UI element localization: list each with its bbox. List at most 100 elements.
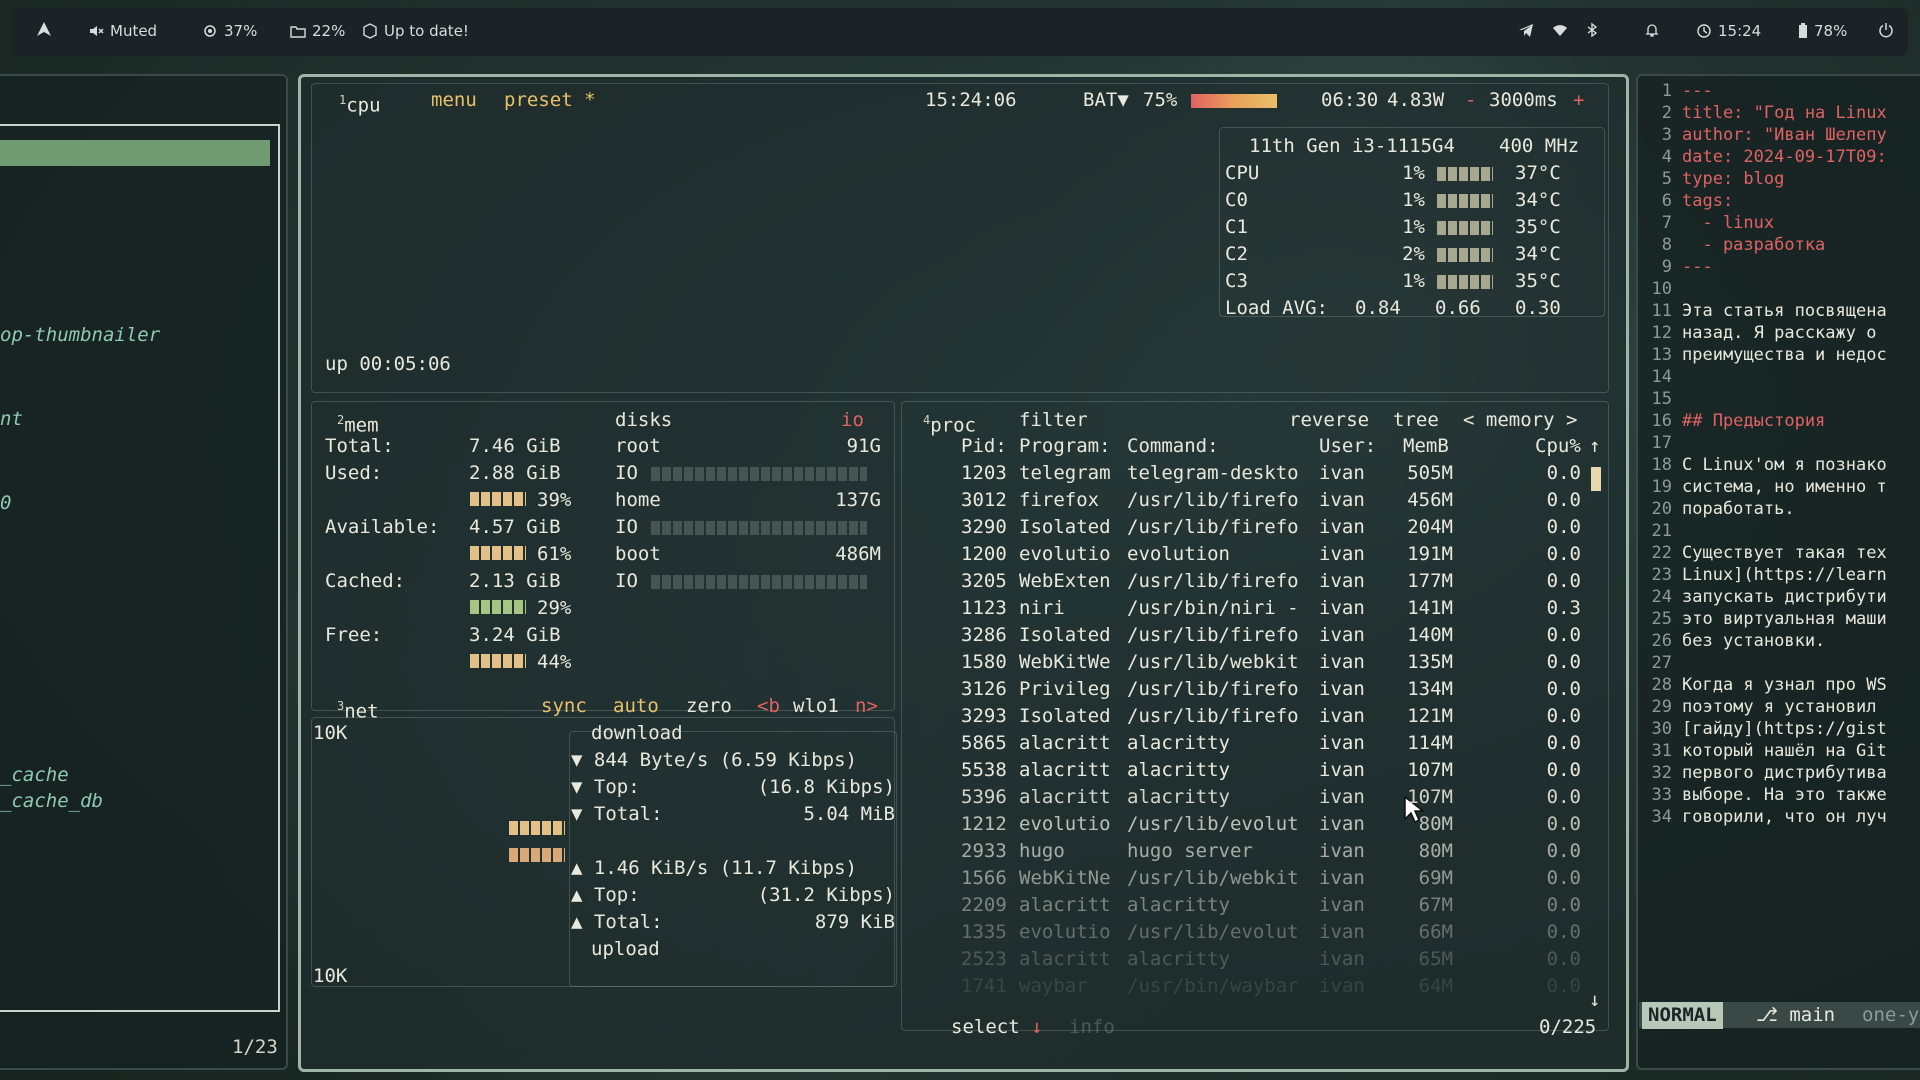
- editor-line[interactable]: - linux: [1682, 212, 1774, 234]
- table-row[interactable]: 1580 WebKitWe/usr/lib/webkit ivan 135M 0.0: [921, 649, 1581, 676]
- table-row[interactable]: 1741 waybar/usr/bin/waybar ivan 64M 0.0: [921, 973, 1581, 1000]
- editor-line[interactable]: title: "Год на Linux: [1682, 102, 1887, 124]
- editor-line[interactable]: поработать.: [1682, 498, 1795, 520]
- wifi-tray[interactable]: [1552, 22, 1568, 38]
- editor-line[interactable]: Linux](https://learn: [1682, 564, 1887, 586]
- power-button[interactable]: [1878, 22, 1894, 38]
- net-sync-button[interactable]: sync: [541, 693, 587, 720]
- disk-indicator[interactable]: 22%: [290, 22, 345, 40]
- mem-free-value: 3.24 GiB: [469, 624, 561, 646]
- editor-line[interactable]: без установки.: [1682, 630, 1825, 652]
- editor-line[interactable]: - разработка: [1682, 234, 1825, 256]
- editor-line[interactable]: [гайду](https://gist: [1682, 718, 1887, 740]
- editor-line[interactable]: выборе. На это также: [1682, 784, 1887, 806]
- editor-line[interactable]: Эта статья посвящена: [1682, 300, 1887, 322]
- col-user[interactable]: User:: [1319, 433, 1376, 460]
- process-command: alacritty: [1127, 894, 1230, 916]
- table-row[interactable]: 3012 firefox/usr/lib/firefo ivan 456M 0.0: [921, 487, 1581, 514]
- editor-line[interactable]: запускать дистрибути: [1682, 586, 1887, 608]
- editor-line[interactable]: type: blog: [1682, 168, 1784, 190]
- left-window[interactable]: op-thumbnailer nt 0 _cache _cache_db 1/2…: [0, 74, 288, 1070]
- proc-reverse-button[interactable]: reverse: [1289, 407, 1369, 434]
- table-row[interactable]: 1123 niri/usr/bin/niri - ivan 141M 0.3: [921, 595, 1581, 622]
- proc-sort-selector[interactable]: < memory >: [1463, 407, 1577, 434]
- btop-window[interactable]: 1cpu menu preset * 15:24:06 BAT▼ 75% 06:…: [298, 74, 1629, 1072]
- net-auto-button[interactable]: auto: [613, 693, 659, 720]
- table-row[interactable]: 1212 evolutio/usr/lib/evolut ivan 80M 0.0: [921, 811, 1581, 838]
- editor-line[interactable]: говорили, что он луч: [1682, 806, 1887, 828]
- scroll-down-icon[interactable]: ↓: [1589, 987, 1600, 1014]
- editor-line[interactable]: ## Предыстория: [1682, 410, 1825, 432]
- volume-indicator[interactable]: Muted: [88, 22, 157, 40]
- table-row[interactable]: 5396 alacritt alacritty ivan 107M 0.0: [921, 784, 1581, 811]
- editor-line[interactable]: Когда я узнал про WS: [1682, 674, 1887, 696]
- info-button[interactable]: info: [1069, 1014, 1115, 1041]
- table-row[interactable]: 2523 alacritt alacritty ivan 65M 0.0: [921, 946, 1581, 973]
- editor-line[interactable]: author: "Иван Шелепу: [1682, 124, 1887, 146]
- col-pid[interactable]: Pid:: [961, 433, 1007, 460]
- table-row[interactable]: 3290 Isolated/usr/lib/firefo ivan 204M 0.0: [921, 514, 1581, 541]
- selected-row[interactable]: [0, 140, 270, 166]
- list-item[interactable]: nt: [0, 406, 23, 433]
- net-zero-button[interactable]: zero: [686, 693, 732, 720]
- list-item[interactable]: _cache_db: [0, 788, 103, 815]
- telegram-tray[interactable]: [1518, 22, 1534, 38]
- disk-size: 91G: [846, 435, 881, 457]
- updates-indicator[interactable]: Up to date!: [362, 22, 469, 40]
- select-button[interactable]: select ↓: [951, 1014, 1043, 1041]
- battery-indicator[interactable]: 78%: [1798, 22, 1847, 40]
- table-row[interactable]: 1335 evolutio/usr/lib/evolut ivan 66M 0.0: [921, 919, 1581, 946]
- interval-decrease[interactable]: -: [1465, 87, 1476, 114]
- list-item[interactable]: 0: [0, 490, 11, 517]
- editor-line[interactable]: назад. Я расскажу о: [1682, 322, 1876, 344]
- editor-window[interactable]: NORMAL ⎇ main one-y 1 --- 2 title: "Год на …: [1636, 74, 1920, 1070]
- editor-line[interactable]: tags:: [1682, 190, 1733, 212]
- editor-line[interactable]: date: 2024-09-17T09:: [1682, 146, 1887, 168]
- preset-button[interactable]: preset *: [504, 87, 596, 114]
- table-row[interactable]: 2933 hugo hugo server ivan 80M 0.0: [921, 838, 1581, 865]
- table-row[interactable]: 3286 Isolated/usr/lib/firefo ivan 140M 0.0: [921, 622, 1581, 649]
- menu-button[interactable]: menu: [431, 87, 477, 114]
- col-cpu[interactable]: Cpu%: [1535, 433, 1581, 460]
- table-row[interactable]: 3126 Privileg/usr/lib/firefo ivan 134M 0.0: [921, 676, 1581, 703]
- table-row[interactable]: 3205 WebExten/usr/lib/firefo ivan 177M 0.0: [921, 568, 1581, 595]
- table-row[interactable]: 5865 alacritt alacritty ivan 114M 0.0: [921, 730, 1581, 757]
- table-row[interactable]: 5538 alacritt alacritty ivan 107M 0.0: [921, 757, 1581, 784]
- cpu-tab[interactable]: 1cpu: [339, 87, 381, 119]
- scroll-up-icon[interactable]: ↑: [1589, 433, 1600, 460]
- editor-line[interactable]: ---: [1682, 80, 1713, 102]
- scrollbar-thumb[interactable]: [1591, 467, 1601, 491]
- proc-filter-button[interactable]: filter: [1019, 407, 1088, 434]
- editor-line[interactable]: система, но именно т: [1682, 476, 1887, 498]
- editor-line[interactable]: это виртуальная маши: [1682, 608, 1887, 630]
- net-next-iface[interactable]: n>: [855, 693, 878, 720]
- list-item[interactable]: _cache: [0, 762, 69, 789]
- notifications-button[interactable]: [1644, 22, 1660, 38]
- table-row[interactable]: 2209 alacritt alacritty ivan 67M 0.0: [921, 892, 1581, 919]
- table-row[interactable]: 1200 evolutio evolution ivan 191M 0.0: [921, 541, 1581, 568]
- interval-increase[interactable]: +: [1573, 87, 1584, 114]
- editor-line[interactable]: преимущества и недос: [1682, 344, 1887, 366]
- editor-line[interactable]: С Linux'ом я познако: [1682, 454, 1887, 476]
- editor-line[interactable]: который нашёл на Git: [1682, 740, 1887, 762]
- editor-line[interactable]: ---: [1682, 256, 1713, 278]
- process-user: ivan: [1319, 732, 1365, 754]
- col-mem[interactable]: MemB: [1403, 433, 1449, 460]
- cpu-indicator[interactable]: 37%: [202, 22, 257, 40]
- list-item[interactable]: op-thumbnailer: [0, 322, 160, 349]
- net-prev-iface[interactable]: <b: [757, 693, 780, 720]
- editor-line[interactable]: Существует такая тех: [1682, 542, 1887, 564]
- io-toggle[interactable]: io: [841, 407, 864, 434]
- proc-tree-button[interactable]: tree: [1393, 407, 1439, 434]
- clock[interactable]: 15:24: [1696, 22, 1761, 40]
- editor-line[interactable]: первого дистрибутива: [1682, 762, 1887, 784]
- col-command[interactable]: Command:: [1127, 433, 1219, 460]
- table-row[interactable]: 1566 WebKitNe/usr/lib/webkit ivan 69M 0.0: [921, 865, 1581, 892]
- table-row[interactable]: 3293 Isolated/usr/lib/firefo ivan 121M 0.0: [921, 703, 1581, 730]
- cpu-icon: [204, 25, 216, 37]
- col-program[interactable]: Program:: [1019, 433, 1111, 460]
- bluetooth-tray[interactable]: [1584, 22, 1600, 38]
- editor-line[interactable]: поэтому я установил: [1682, 696, 1876, 718]
- launcher-button[interactable]: [36, 21, 52, 37]
- table-row[interactable]: 1203 telegram telegram-deskto ivan 505M 0.0: [921, 460, 1581, 487]
